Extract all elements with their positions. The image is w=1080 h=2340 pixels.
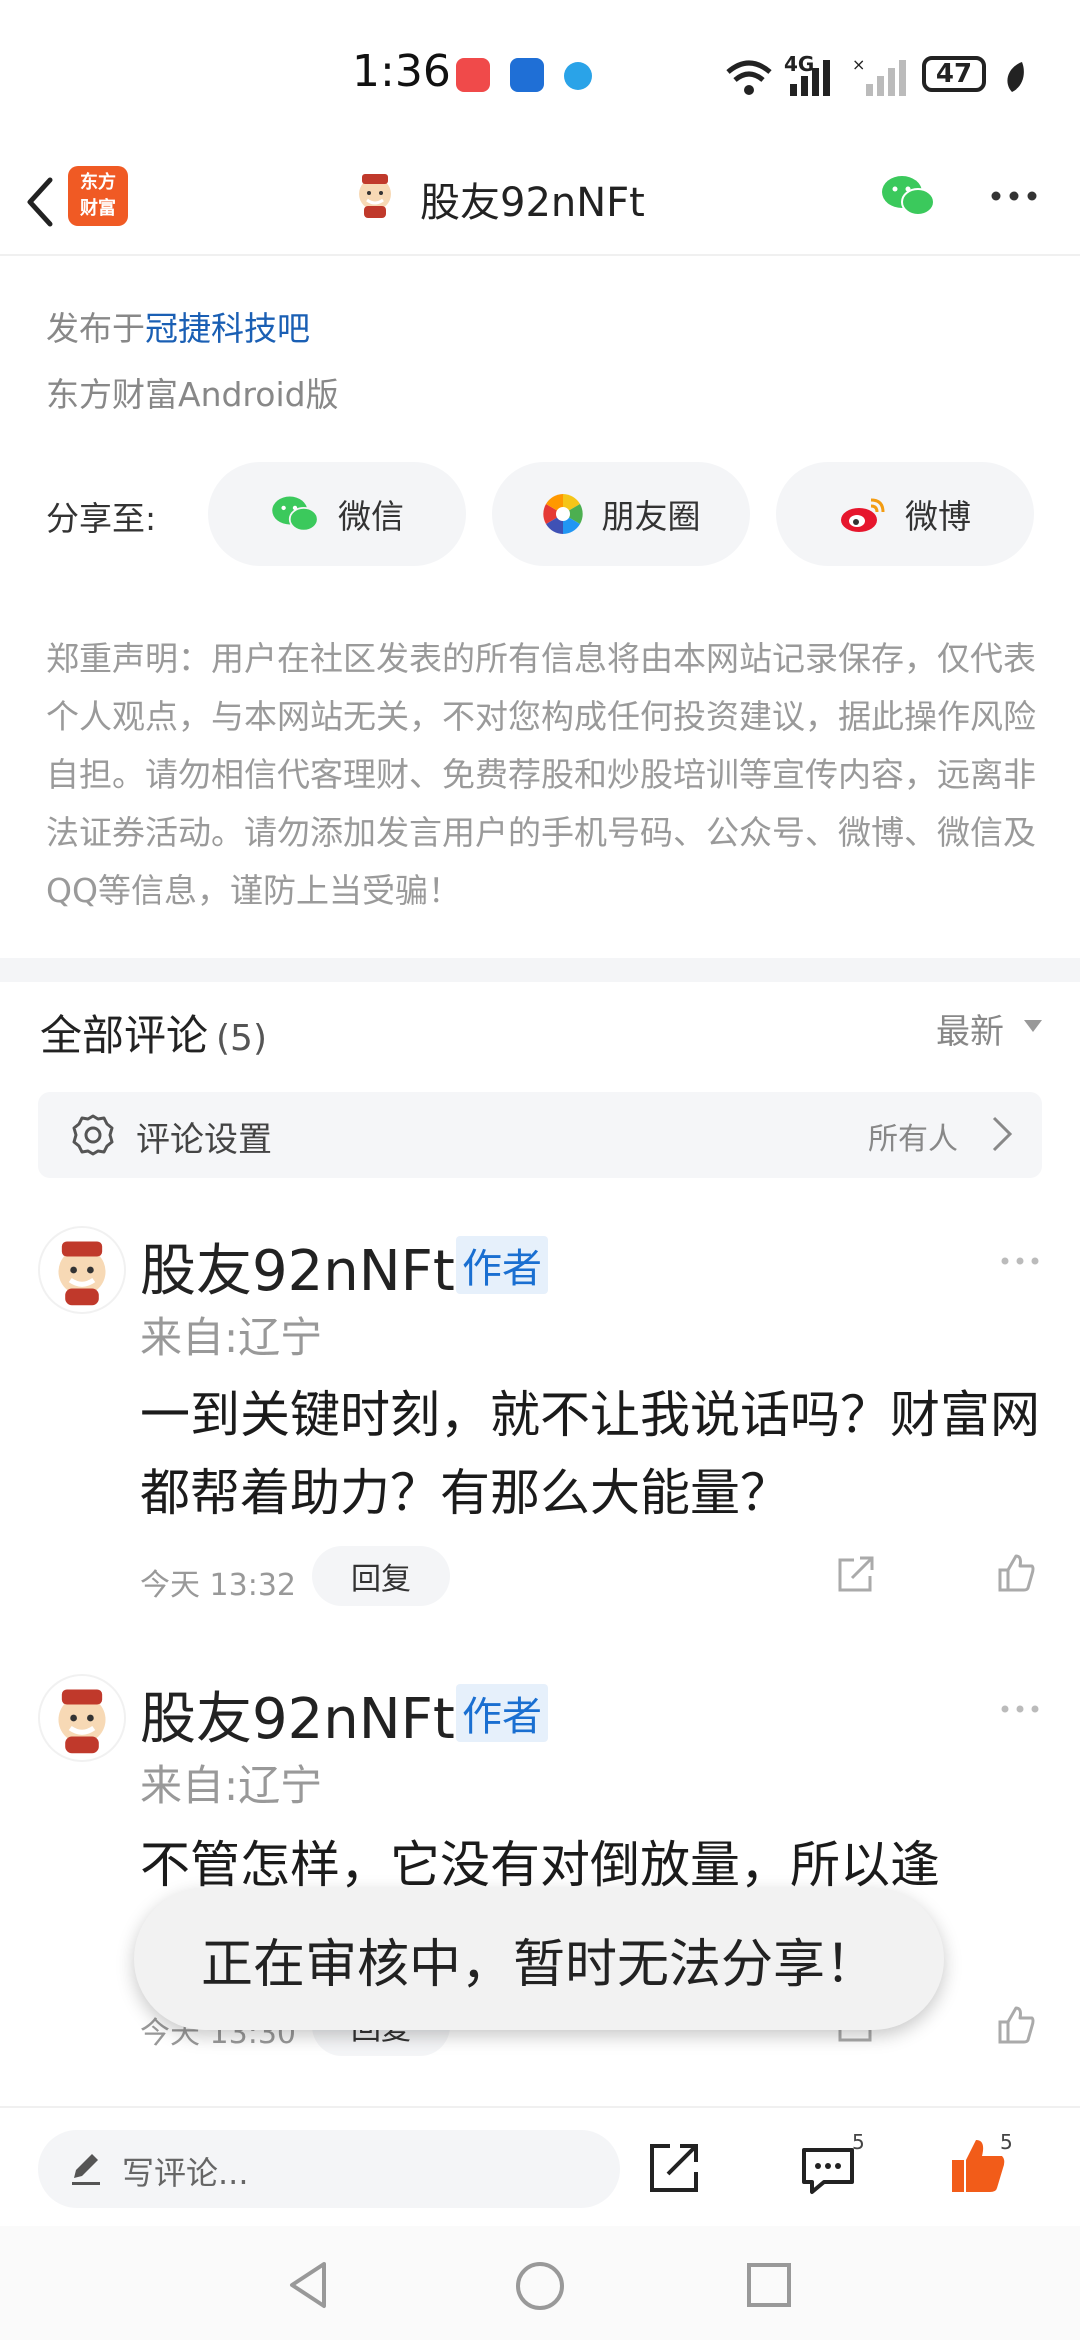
pencil-icon bbox=[72, 2154, 100, 2185]
like-filled-icon[interactable] bbox=[950, 2138, 1006, 2194]
eastmoney-logo[interactable]: 东方 财富 bbox=[68, 166, 128, 226]
signal-off-icon: × bbox=[852, 56, 906, 96]
published-prefix: 发布于 bbox=[46, 309, 145, 348]
comment-time: 今天 13:32 bbox=[140, 1568, 296, 1603]
gear-icon bbox=[72, 1114, 114, 1156]
comment-avatar[interactable] bbox=[38, 1674, 126, 1762]
caret-down-icon[interactable] bbox=[1022, 1018, 1044, 1034]
like-icon[interactable] bbox=[996, 1552, 1036, 1594]
share-weibo-button[interactable]: 微博 bbox=[776, 462, 1034, 566]
comment-location: 来自:辽宁 bbox=[140, 1313, 323, 1362]
sort-selector[interactable]: 最新 bbox=[936, 1004, 1004, 1053]
comments-header: 全部评论 (5) bbox=[40, 1002, 267, 1063]
share-wechat-button[interactable]: 微信 bbox=[208, 462, 466, 566]
share-label: 分享至: bbox=[46, 499, 157, 538]
back-arrow-icon[interactable] bbox=[20, 174, 60, 230]
published-in: 发布于冠捷科技吧 bbox=[46, 302, 310, 350]
comments-title: 全部评论 bbox=[40, 1011, 209, 1060]
leaf-icon bbox=[1007, 62, 1024, 92]
comment-username[interactable]: 股友92nNFt bbox=[140, 1674, 455, 1755]
wechat-icon bbox=[272, 496, 319, 532]
disclaimer-text: 郑重声明：用户在社区发表的所有信息将由本网站记录保存，仅代表个人观点，与本网站无… bbox=[46, 639, 1036, 910]
share-moments-label: 朋友圈 bbox=[601, 497, 701, 536]
comment-settings-bar[interactable]: 评论设置 所有人 bbox=[38, 1092, 1042, 1178]
author-badge: 作者 bbox=[456, 1684, 548, 1742]
nav-home-icon[interactable] bbox=[514, 2260, 566, 2312]
svg-text:×: × bbox=[852, 56, 865, 74]
comment-settings-value: 所有人 bbox=[868, 1122, 958, 1157]
section-divider bbox=[0, 958, 1080, 982]
signal-icon bbox=[790, 60, 830, 96]
like-count: 5 bbox=[1000, 2130, 1013, 2154]
app-notification-icon bbox=[510, 58, 544, 92]
share-wechat-label: 微信 bbox=[338, 497, 404, 536]
more-options-icon[interactable] bbox=[990, 190, 1038, 202]
comment-more-icon[interactable] bbox=[1000, 1256, 1040, 1266]
nav-back-icon[interactable] bbox=[286, 2260, 330, 2310]
page-title: 股友92nNFt bbox=[420, 180, 645, 226]
comment-username-text: 股友92nNFt bbox=[140, 1239, 455, 1304]
comment-bubble-icon[interactable] bbox=[800, 2142, 856, 2198]
author-badge: 作者 bbox=[456, 1236, 548, 1294]
comment-more-icon[interactable] bbox=[1000, 1704, 1040, 1714]
avatar-icon bbox=[58, 1689, 106, 1754]
wechat-share-icon[interactable] bbox=[880, 172, 936, 220]
status-bar: 1:36 4G × 47 bbox=[0, 0, 1080, 150]
bottom-action-bar: 写评论... 5 5 bbox=[0, 2106, 1080, 2228]
avatar-icon bbox=[58, 1241, 106, 1306]
status-time: 1:36 bbox=[352, 46, 451, 97]
system-nav-bar bbox=[0, 2226, 1080, 2340]
toast-message: 正在审核中，暂时无法分享！ bbox=[134, 1888, 944, 2030]
like-icon[interactable] bbox=[996, 2004, 1036, 2046]
comment-username[interactable]: 股友92nNFt bbox=[140, 1226, 455, 1307]
top-nav-bar: 东方 财富 股友92nNFt bbox=[0, 150, 1080, 256]
moments-icon bbox=[542, 494, 583, 534]
chevron-right-icon bbox=[992, 1116, 1013, 1152]
share-moments-button[interactable]: 朋友圈 bbox=[492, 462, 750, 566]
user-avatar-icon bbox=[359, 174, 391, 218]
forum-link[interactable]: 冠捷科技吧 bbox=[145, 309, 310, 348]
comment-input-placeholder: 写评论... bbox=[122, 2154, 249, 2192]
comment-username-text: 股友92nNFt bbox=[140, 1687, 455, 1752]
comment-settings-label: 评论设置 bbox=[136, 1120, 272, 1160]
comments-count: (5) bbox=[216, 1018, 268, 1059]
share-out-icon[interactable] bbox=[836, 1554, 876, 1594]
weibo-icon bbox=[841, 498, 885, 532]
battery-indicator: 47 bbox=[922, 56, 986, 92]
share-weibo-label: 微博 bbox=[905, 497, 971, 536]
comment-avatar[interactable] bbox=[38, 1226, 126, 1314]
nav-recents-icon[interactable] bbox=[746, 2262, 792, 2308]
comment-count: 5 bbox=[852, 2130, 865, 2154]
comment-location: 来自:辽宁 bbox=[140, 1761, 323, 1810]
wifi-icon bbox=[726, 60, 772, 95]
huawei-app-icon bbox=[456, 58, 490, 92]
reply-button[interactable]: 回复 bbox=[312, 1546, 450, 1606]
post-client: 东方财富Android版 bbox=[46, 375, 339, 414]
comment-text: 一到关键时刻，就不让我说话吗？财富网都帮着助力？有那么大能量？ bbox=[140, 1386, 1040, 1522]
share-icon[interactable] bbox=[646, 2140, 702, 2196]
comment-input[interactable]: 写评论... bbox=[38, 2130, 620, 2208]
browser-notification-icon bbox=[564, 62, 592, 90]
